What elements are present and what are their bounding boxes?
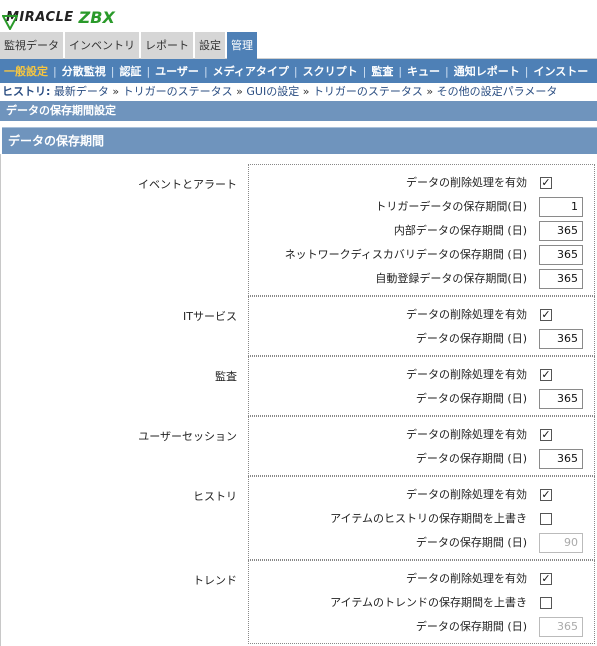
field-label: ネットワークディスカバリデータの保存期間 (日)	[284, 248, 527, 261]
checkbox[interactable]	[540, 513, 552, 525]
field-label: データの削除処理を有効	[406, 428, 527, 441]
checkbox[interactable]: ✓	[540, 573, 552, 585]
checkbox[interactable]	[540, 597, 552, 609]
breadcrumb-link[interactable]: トリガーのステータス	[313, 85, 423, 98]
field-label: データの削除処理を有効	[406, 572, 527, 585]
group-box: データの削除処理を有効 ✓ データの保存期間 (日) 365	[248, 296, 595, 356]
group-box: データの削除処理を有効 ✓ アイテムのヒストリの保存期間を上書きデータの保存期間 (…	[248, 476, 595, 560]
sub-menu-item-2[interactable]: 認証	[115, 63, 145, 79]
form-row: アイテムのヒストリの保存期間を上書き	[249, 507, 594, 531]
field-label: データの保存期間 (日)	[415, 452, 527, 465]
days-input: 365	[539, 617, 583, 637]
sub-menu-item-1[interactable]: 分散監視	[58, 63, 110, 79]
days-input[interactable]: 365	[539, 449, 583, 469]
group-box: データの削除処理を有効 ✓ アイテムのトレンドの保存期間を上書きデータの保存期間 (…	[248, 560, 595, 644]
field-label: アイテムのヒストリの保存期間を上書き	[330, 512, 527, 525]
form-row: データの削除処理を有効 ✓	[249, 171, 594, 195]
form-row: データの削除処理を有効 ✓	[249, 483, 594, 507]
group-label: ユーザーセッション	[138, 430, 237, 443]
sub-menu-item-0[interactable]: 一般設定	[0, 63, 52, 79]
field-label: データの保存期間 (日)	[415, 620, 527, 633]
logo-mark-icon	[1, 14, 19, 32]
checkbox[interactable]: ✓	[540, 489, 552, 501]
days-input[interactable]: 1	[539, 197, 583, 217]
form-row: アイテムのトレンドの保存期間を上書き	[249, 591, 594, 615]
field-label: データの削除処理を有効	[406, 368, 527, 381]
breadcrumb-separator: »	[299, 85, 313, 98]
logo[interactable]: MIRACLE ZBX	[1, 4, 115, 32]
breadcrumb-label: ヒストリ:	[2, 85, 51, 98]
settings-form: イベントとアラート データの削除処理を有効 ✓ トリガーデータの保存期間(日) 1 内部デ…	[0, 154, 597, 646]
sub-menu-item-7[interactable]: キュー	[403, 63, 444, 79]
checkbox[interactable]: ✓	[540, 429, 552, 441]
tab-2[interactable]: レポート	[141, 32, 193, 59]
form-row: データの削除処理を有効 ✓	[249, 363, 594, 387]
days-input: 90	[539, 533, 583, 553]
form-row: データの保存期間 (日) 365	[249, 615, 594, 639]
breadcrumb-separator: »	[232, 85, 247, 98]
days-input[interactable]: 365	[539, 389, 583, 409]
checkbox[interactable]: ✓	[540, 369, 552, 381]
field-label: データの保存期間 (日)	[415, 392, 527, 405]
sub-menu-item-8[interactable]: 通知レポート	[450, 63, 524, 79]
group-label: トレンド	[193, 574, 237, 587]
field-label: データの保存期間 (日)	[415, 536, 527, 549]
days-input[interactable]: 365	[539, 245, 583, 265]
days-input[interactable]: 365	[539, 329, 583, 349]
tab-0[interactable]: 監視データ	[0, 32, 63, 59]
group-label: 監査	[215, 370, 237, 383]
form-row: データの削除処理を有効 ✓	[249, 303, 594, 327]
checkbox[interactable]: ✓	[540, 309, 552, 321]
tab-4[interactable]: 管理	[227, 32, 257, 59]
field-label: データの削除処理を有効	[406, 308, 527, 321]
sub-menu-item-6[interactable]: 監査	[367, 63, 397, 79]
field-label: 自動登録データの保存期間(日)	[375, 272, 527, 285]
group-label: ヒストリ	[193, 490, 237, 503]
group-box: データの削除処理を有効 ✓ トリガーデータの保存期間(日) 1 内部データの保存期間 (…	[248, 164, 595, 296]
form-row: 内部データの保存期間 (日) 365	[249, 219, 594, 243]
sub-menu-item-9[interactable]: インストー	[529, 63, 592, 79]
main-tabs: 監視データ インベントリ レポート 設定 管理	[0, 32, 597, 59]
sub-menu-item-3[interactable]: ユーザー	[151, 63, 203, 79]
form-row: データの保存期間 (日) 365	[249, 327, 594, 351]
tab-1[interactable]: インベントリ	[65, 32, 139, 59]
field-label: データの削除処理を有効	[406, 488, 527, 501]
header: MIRACLE ZBX	[0, 0, 597, 32]
checkbox[interactable]: ✓	[540, 177, 552, 189]
group-label: ITサービス	[183, 310, 237, 323]
form-row: ネットワークディスカバリデータの保存期間 (日) 365	[249, 243, 594, 267]
breadcrumb-link[interactable]: GUIの設定	[246, 85, 299, 98]
breadcrumb-link[interactable]: その他の設定パラメータ	[437, 85, 558, 98]
field-label: 内部データの保存期間 (日)	[393, 224, 527, 237]
breadcrumb: ヒストリ: 最新データ » トリガーのステータス » GUIの設定 » トリガー…	[0, 83, 597, 101]
form-row: データの保存期間 (日) 90	[249, 531, 594, 555]
form-row: データの保存期間 (日) 365	[249, 447, 594, 471]
logo-brand-suffix: ZBX	[78, 7, 115, 27]
field-label: データの削除処理を有効	[406, 176, 527, 189]
sub-menu-item-4[interactable]: メディアタイプ	[209, 63, 293, 79]
days-input[interactable]: 365	[539, 221, 583, 241]
group-box: データの削除処理を有効 ✓ データの保存期間 (日) 365	[248, 416, 595, 476]
field-label: トリガーデータの保存期間(日)	[375, 200, 527, 213]
page-title: データの保存期間設定	[0, 101, 597, 121]
group-label: イベントとアラート	[138, 178, 237, 191]
breadcrumb-separator: »	[422, 85, 437, 98]
field-label: データの保存期間 (日)	[415, 332, 527, 345]
breadcrumb-link[interactable]: 最新データ	[54, 85, 109, 98]
sub-menu-item-5[interactable]: スクリプト	[299, 63, 362, 79]
form-row: 自動登録データの保存期間(日) 365	[249, 267, 594, 291]
section-title: データの保存期間	[2, 127, 597, 154]
breadcrumb-link[interactable]: トリガーのステータス	[123, 85, 233, 98]
group-box: データの削除処理を有効 ✓ データの保存期間 (日) 365	[248, 356, 595, 416]
field-label: アイテムのトレンドの保存期間を上書き	[330, 596, 527, 609]
form-row: データの削除処理を有効 ✓	[249, 423, 594, 447]
form-row: トリガーデータの保存期間(日) 1	[249, 195, 594, 219]
tab-3[interactable]: 設定	[195, 32, 225, 59]
sub-menu: 一般設定 | 分散監視 | 認証 | ユーザー | メディアタイプ | スクリプト | 監査 | キュー | 通…	[0, 59, 597, 83]
form-row: データの保存期間 (日) 365	[249, 387, 594, 411]
form-row: データの削除処理を有効 ✓	[249, 567, 594, 591]
breadcrumb-separator: »	[108, 85, 123, 98]
days-input[interactable]: 365	[539, 269, 583, 289]
